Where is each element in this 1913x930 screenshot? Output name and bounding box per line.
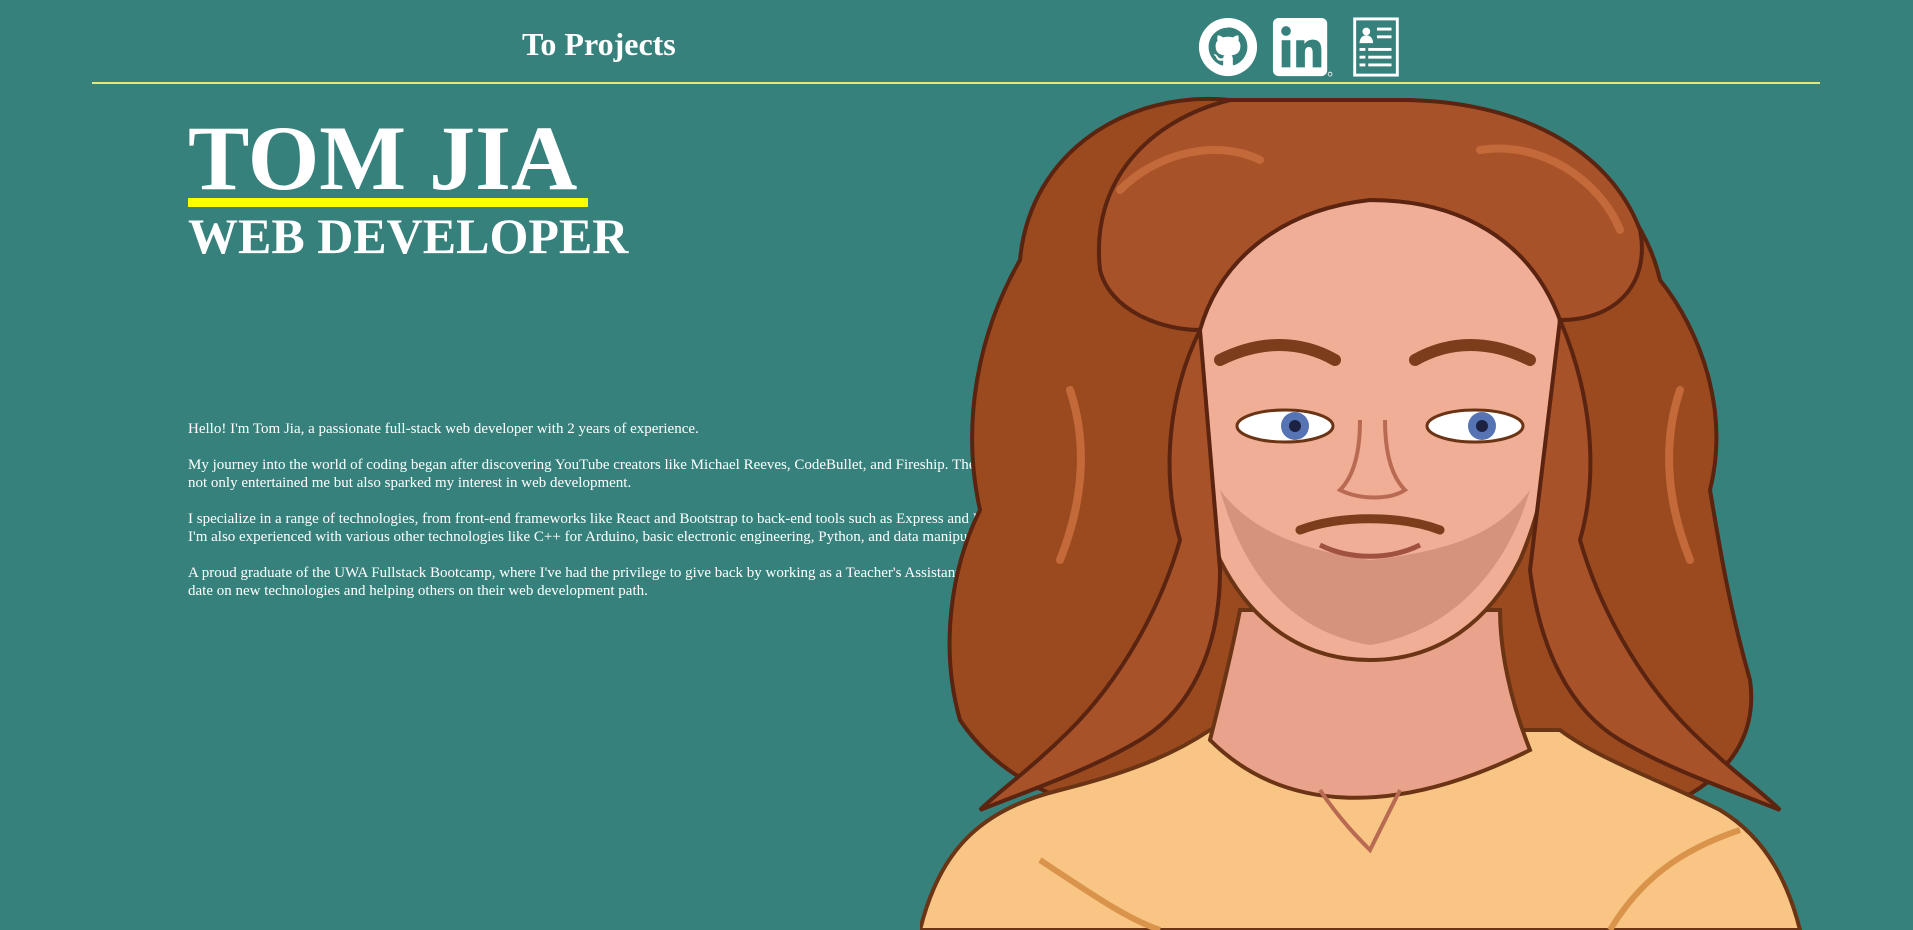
github-link[interactable]	[1197, 16, 1259, 78]
developer-role: WEB DEVELOPER	[188, 208, 629, 264]
portrait-illustration	[920, 96, 1803, 930]
linkedin-icon	[1272, 17, 1333, 77]
social-links	[1197, 16, 1407, 78]
top-navigation-bar: To Projects	[92, 0, 1820, 84]
linkedin-link[interactable]	[1271, 16, 1333, 78]
developer-name: TOM JIA	[188, 107, 578, 209]
resume-icon	[1353, 17, 1399, 77]
hero-heading: TOM JIA WEB DEVELOPER	[188, 107, 629, 264]
to-projects-link[interactable]: To Projects	[522, 26, 676, 63]
resume-link[interactable]	[1345, 16, 1407, 78]
github-icon	[1198, 17, 1258, 77]
